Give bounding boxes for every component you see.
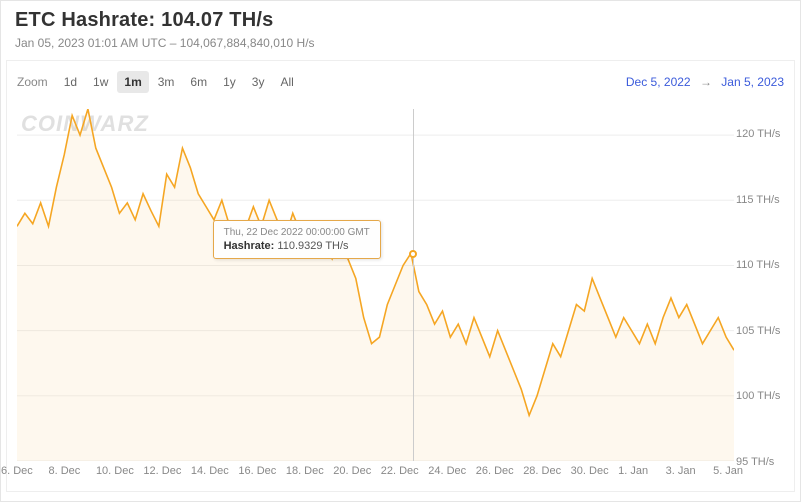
y-tick-label: 105 TH/s	[736, 325, 780, 337]
x-tick-label: 1. Jan	[618, 465, 648, 477]
date-range[interactable]: Dec 5, 2022 → Jan 5, 2023	[626, 75, 784, 89]
zoom-label: Zoom	[17, 75, 48, 89]
x-tick-label: 3. Jan	[666, 465, 696, 477]
page-subtitle: Jan 05, 2023 01:01 AM UTC – 104,067,884,…	[15, 36, 786, 50]
hover-marker	[409, 250, 417, 258]
y-tick-label: 120 TH/s	[736, 128, 780, 140]
zoom-1d-button[interactable]: 1d	[57, 71, 84, 93]
x-tick-label: 6. Dec	[1, 465, 33, 477]
zoom-3m-button[interactable]: 3m	[151, 71, 182, 93]
plot-area[interactable]	[17, 109, 734, 461]
x-tick-label: 26. Dec	[476, 465, 514, 477]
x-tick-label: 10. Dec	[96, 465, 134, 477]
x-axis: 6. Dec8. Dec10. Dec12. Dec14. Dec16. Dec…	[17, 465, 734, 483]
zoom-3y-button[interactable]: 3y	[245, 71, 272, 93]
x-tick-label: 8. Dec	[48, 465, 80, 477]
zoom-1y-button[interactable]: 1y	[216, 71, 243, 93]
y-tick-label: 100 TH/s	[736, 390, 780, 402]
zoom-1m-button[interactable]: 1m	[117, 71, 148, 93]
chart-svg	[17, 109, 734, 461]
zoom-1w-button[interactable]: 1w	[86, 71, 115, 93]
app-frame: ETC Hashrate: 104.07 TH/s Jan 05, 2023 0…	[0, 0, 801, 502]
zoom-6m-button[interactable]: 6m	[183, 71, 214, 93]
y-axis: 95 TH/s100 TH/s105 TH/s110 TH/s115 TH/s1…	[736, 109, 790, 461]
x-tick-label: 28. Dec	[523, 465, 561, 477]
header: ETC Hashrate: 104.07 TH/s Jan 05, 2023 0…	[1, 1, 800, 60]
crosshair-line	[413, 109, 414, 461]
date-from: Dec 5, 2022	[626, 75, 691, 89]
page-title: ETC Hashrate: 104.07 TH/s	[15, 9, 786, 32]
zoom-all-button[interactable]: All	[273, 71, 300, 93]
y-tick-label: 115 TH/s	[736, 194, 780, 206]
chart-card: Zoom 1d 1w 1m 3m 6m 1y 3y All Dec 5, 202…	[6, 60, 795, 492]
x-tick-label: 20. Dec	[333, 465, 371, 477]
x-tick-label: 30. Dec	[571, 465, 609, 477]
x-tick-label: 18. Dec	[286, 465, 324, 477]
x-tick-label: 24. Dec	[428, 465, 466, 477]
arrow-icon: →	[700, 75, 712, 89]
x-tick-label: 5. Jan	[713, 465, 743, 477]
x-tick-label: 16. Dec	[238, 465, 276, 477]
x-tick-label: 14. Dec	[191, 465, 229, 477]
chart-toolbar: Zoom 1d 1w 1m 3m 6m 1y 3y All Dec 5, 202…	[7, 61, 794, 99]
date-to: Jan 5, 2023	[721, 75, 784, 89]
x-tick-label: 22. Dec	[381, 465, 419, 477]
x-tick-label: 12. Dec	[143, 465, 181, 477]
y-tick-label: 110 TH/s	[736, 259, 780, 271]
